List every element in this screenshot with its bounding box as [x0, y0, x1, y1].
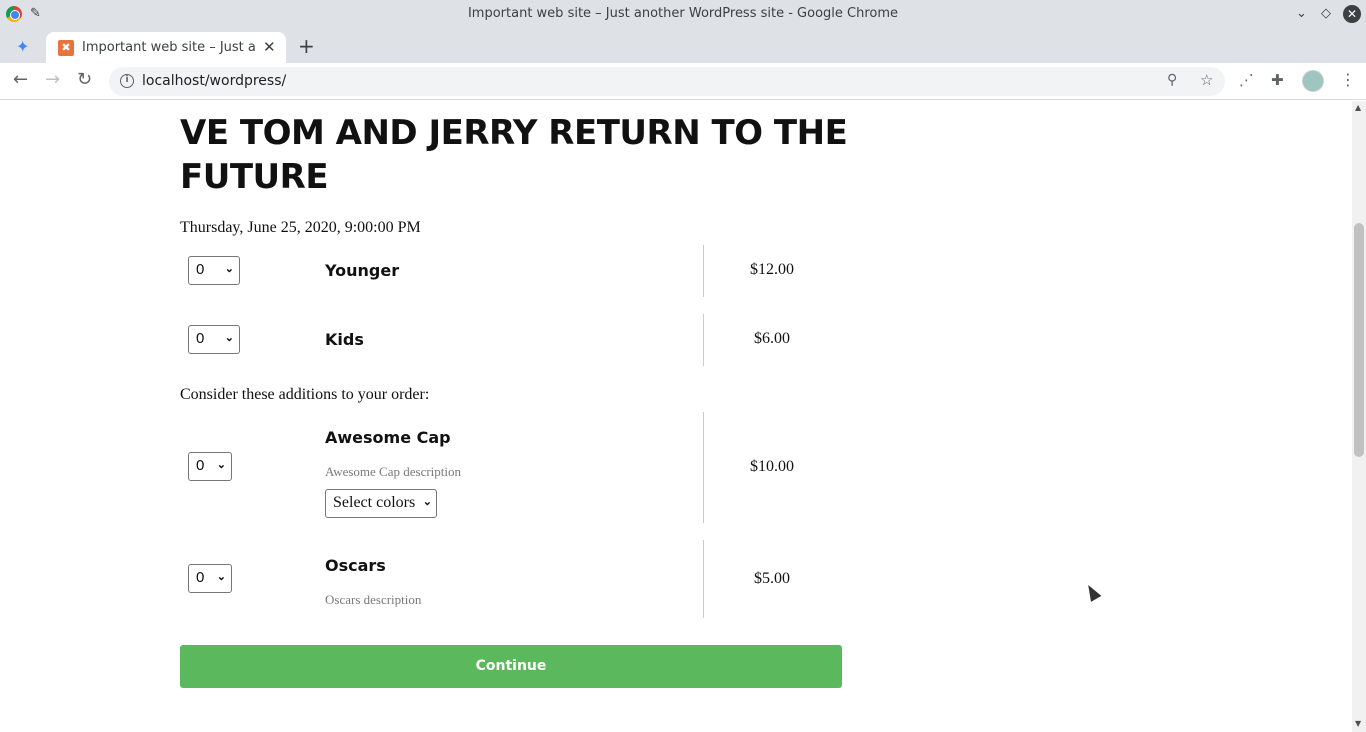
ticket-price-kids: $6.00	[754, 330, 790, 347]
site-info-icon[interactable]: i	[120, 74, 134, 88]
addon-desc-awesome-cap: Awesome Cap description	[325, 464, 461, 479]
chevron-down-icon: ⌄	[224, 332, 234, 344]
tab-strip: ✦ ✖ Important web site – Just another Wo…	[0, 29, 1366, 63]
qty-value: 0	[196, 330, 205, 347]
row-divider	[703, 412, 704, 523]
window-titlebar: ✎ Important web site – Just another Word…	[0, 0, 1366, 29]
kebab-menu-icon[interactable]: ⋮	[1340, 70, 1356, 89]
reload-icon[interactable]: ↻	[77, 70, 92, 90]
scroll-down-icon[interactable]: ▼	[1355, 719, 1361, 728]
qty-value: 0	[196, 261, 205, 278]
tab-label: Important web site – Just another WordPr…	[82, 40, 257, 55]
chevron-down-icon: ⌄	[216, 571, 226, 583]
addon-price-awesome-cap: $10.00	[750, 458, 794, 475]
address-bar[interactable]: i localhost/wordpress/ ⚲ ☆	[109, 67, 1225, 96]
addons-label: Consider these additions to your order:	[180, 386, 430, 403]
page-content: VE TOM AND JERRY RETURN TO THE FUTURE Th…	[0, 101, 1352, 732]
scrollbar-thumb[interactable]	[1354, 223, 1364, 457]
extensions-puzzle-icon[interactable]: ✚	[1271, 71, 1284, 89]
minimize-icon[interactable]: ⌄	[1296, 4, 1307, 24]
chevron-down-icon: ⌄	[422, 496, 432, 508]
profile-avatar[interactable]	[1302, 70, 1324, 92]
color-select[interactable]: Select colors ⌄	[325, 489, 437, 518]
row-divider	[703, 540, 704, 618]
chevron-down-icon: ⌄	[224, 263, 234, 275]
window-title: Important web site – Just another WordPr…	[467, 6, 899, 21]
addon-desc-oscars: Oscars description	[325, 592, 422, 607]
page-scrollbar[interactable]: ▲ ▼	[1352, 101, 1366, 732]
ticket-price-younger: $12.00	[750, 261, 794, 278]
url-text[interactable]: localhost/wordpress/	[142, 73, 286, 89]
qty-select-younger[interactable]: 0 ⌄	[188, 256, 240, 285]
color-select-value: Select colors	[333, 494, 416, 511]
xampp-favicon-icon: ✖	[58, 40, 74, 56]
tab-active[interactable]: ✖ Important web site – Just another Word…	[46, 32, 286, 63]
addon-name-oscars: Oscars	[325, 556, 386, 575]
pinned-tab-icon[interactable]: ✦	[16, 38, 34, 56]
close-window-icon[interactable]: ✕	[1343, 5, 1361, 23]
qty-select-awesome-cap[interactable]: 0 ⌄	[188, 452, 232, 481]
ticket-name-kids: Kids	[325, 330, 364, 349]
addon-name-awesome-cap: Awesome Cap	[325, 428, 451, 447]
row-divider	[703, 314, 704, 366]
cast-icon[interactable]: ⋰	[1239, 71, 1254, 89]
scroll-up-icon[interactable]: ▲	[1355, 103, 1361, 112]
qty-select-kids[interactable]: 0 ⌄	[188, 325, 240, 354]
mouse-cursor-icon	[1083, 582, 1102, 602]
addon-price-oscars: $5.00	[754, 570, 790, 587]
qty-value: 0	[196, 457, 205, 474]
chevron-down-icon: ⌄	[216, 459, 226, 471]
ticket-name-younger: Younger	[325, 261, 400, 280]
zoom-icon[interactable]: ⚲	[1167, 72, 1177, 88]
bookmark-star-icon[interactable]: ☆	[1200, 71, 1213, 89]
new-tab-icon[interactable]: +	[298, 34, 315, 58]
continue-button[interactable]: Continue	[180, 645, 842, 688]
back-icon[interactable]: ←	[13, 70, 28, 90]
maximize-icon[interactable]: ◇	[1321, 4, 1331, 24]
tab-close-icon[interactable]: ✕	[263, 38, 276, 56]
forward-icon[interactable]: →	[45, 70, 60, 90]
qty-value: 0	[196, 569, 205, 586]
browser-toolbar: ← → ↻ i localhost/wordpress/ ⚲ ☆ ⋰ ✚ ⋮	[0, 63, 1366, 100]
qty-select-oscars[interactable]: 0 ⌄	[188, 564, 232, 593]
row-divider	[703, 245, 704, 297]
event-title: VE TOM AND JERRY RETURN TO THE FUTURE	[180, 113, 848, 197]
event-date: Thursday, June 25, 2020, 9:00:00 PM	[180, 219, 421, 236]
